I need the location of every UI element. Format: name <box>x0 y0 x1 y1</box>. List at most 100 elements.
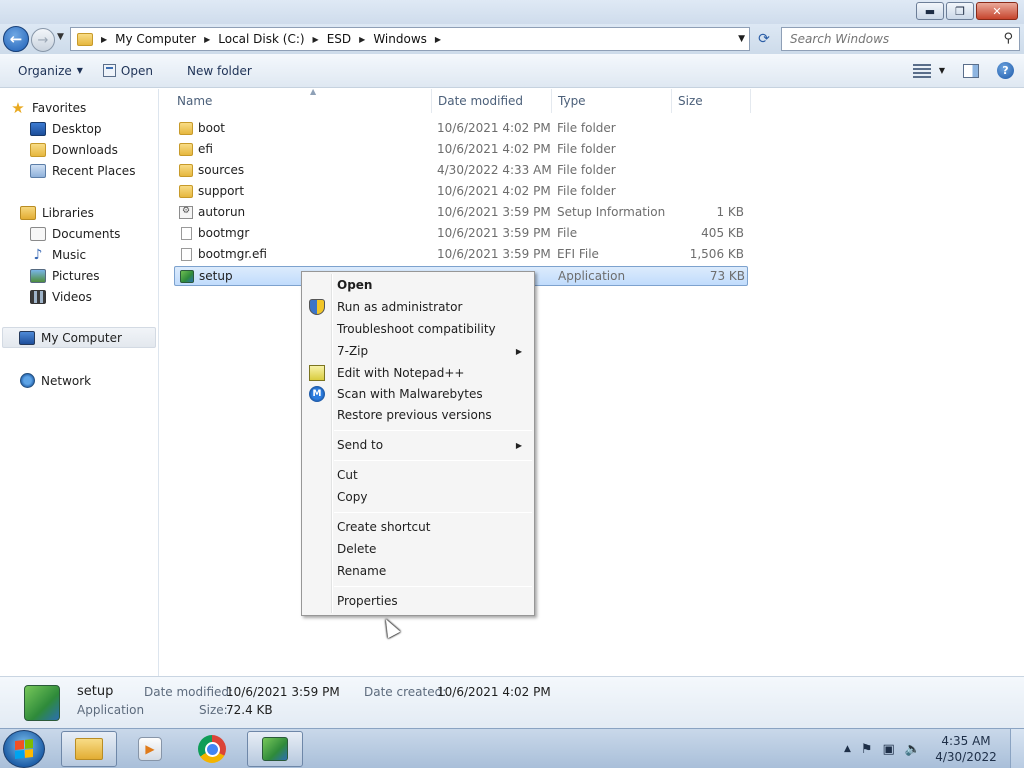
nav-libraries[interactable]: Libraries <box>20 202 156 223</box>
menu-item-copy[interactable]: Copy <box>304 486 532 508</box>
file-date: 10/6/2021 4:02 PM <box>437 184 551 198</box>
nav-videos[interactable]: Videos <box>30 286 156 307</box>
explorer-icon <box>75 738 103 760</box>
help-icon[interactable]: ? <box>997 62 1014 79</box>
breadcrumb-arrow-icon[interactable]: ▶ <box>435 35 441 44</box>
menu-item-cut[interactable]: Cut <box>304 464 532 486</box>
back-button[interactable]: ← <box>3 26 29 52</box>
file-row-boot[interactable]: boot 10/6/2021 4:02 PM File folder <box>174 119 748 139</box>
nav-desktop[interactable]: Desktop <box>30 118 156 139</box>
breadcrumb-windows[interactable]: Windows <box>373 32 427 46</box>
system-tray: ▲ ⚑ ▣ 🔈 4:35 AM 4/30/2022 <box>839 729 1024 768</box>
taskbar-media-player[interactable]: ▶ <box>122 731 178 767</box>
search-box[interactable]: ⚲ <box>781 27 1020 51</box>
breadcrumb-arrow-icon[interactable]: ▶ <box>101 35 107 44</box>
address-dropdown-icon[interactable]: ▼ <box>738 34 745 44</box>
menu-item-properties[interactable]: Properties <box>304 590 532 612</box>
menu-item-open[interactable]: Open <box>304 274 532 296</box>
open-button[interactable]: Open <box>93 54 163 87</box>
nav-pictures[interactable]: Pictures <box>30 265 156 286</box>
menu-item-notepad-plus[interactable]: Edit with Notepad++ <box>304 362 532 384</box>
folder-icon <box>179 164 193 177</box>
open-label: Open <box>120 63 153 78</box>
breadcrumb-arrow-icon[interactable]: ▶ <box>313 35 319 44</box>
taskbar-setup[interactable] <box>247 731 303 767</box>
organize-button[interactable]: Organize ▼ <box>8 54 93 87</box>
new-folder-button[interactable]: New folder <box>177 54 262 87</box>
breadcrumb-esd[interactable]: ESD <box>327 32 351 46</box>
file-type: Application <box>558 269 626 283</box>
start-button[interactable] <box>3 730 45 768</box>
navigation-pane: ★ Favorites Desktop Downloads Recent Pla… <box>0 89 159 676</box>
column-header-date[interactable]: Date modified <box>433 89 552 113</box>
file-date: 10/6/2021 3:59 PM <box>437 226 551 240</box>
close-button[interactable]: ✕ <box>976 2 1018 20</box>
nav-label: Libraries <box>42 205 94 220</box>
menu-item-troubleshoot[interactable]: Troubleshoot compatibility <box>304 318 532 340</box>
breadcrumb-arrow-icon[interactable]: ▶ <box>359 35 365 44</box>
nav-my-computer[interactable]: My Computer <box>2 327 156 348</box>
recent-pages-dropdown[interactable]: ▼ <box>57 32 64 42</box>
menu-item-restore-versions[interactable]: Restore previous versions <box>304 404 532 426</box>
change-view-button[interactable]: ▼ <box>912 63 945 78</box>
taskbar-chrome[interactable] <box>184 731 240 767</box>
clock[interactable]: 4:35 AM 4/30/2022 <box>926 733 1006 765</box>
file-row-efi[interactable]: efi 10/6/2021 4:02 PM File folder <box>174 140 748 160</box>
menu-item-delete[interactable]: Delete <box>304 538 532 560</box>
nav-recent-places[interactable]: Recent Places <box>30 160 156 181</box>
setup-app-icon <box>24 685 60 721</box>
file-date: 4/30/2022 4:33 AM <box>437 163 552 177</box>
nav-documents[interactable]: Documents <box>30 223 156 244</box>
menu-item-malwarebytes[interactable]: M Scan with Malwarebytes <box>304 383 532 405</box>
menu-item-run-as-admin[interactable]: Run as administrator <box>304 296 532 318</box>
file-row-bootmgr[interactable]: bootmgr 10/6/2021 3:59 PM File 405 KB <box>174 224 748 244</box>
nav-favorites[interactable]: ★ Favorites <box>10 97 156 118</box>
show-hidden-icons-icon[interactable]: ▲ <box>844 744 851 754</box>
file-name: efi <box>198 142 213 156</box>
file-type: File folder <box>557 142 616 156</box>
menu-label: Properties <box>337 594 398 608</box>
nav-label: Documents <box>52 226 121 241</box>
nav-downloads[interactable]: Downloads <box>30 139 156 160</box>
open-icon <box>102 64 116 77</box>
minimize-button[interactable]: ▬ <box>916 2 944 20</box>
menu-item-send-to[interactable]: Send to ▶ <box>304 434 532 456</box>
nav-music[interactable]: ♪ Music <box>30 244 156 265</box>
menu-item-7zip[interactable]: 7-Zip ▶ <box>304 340 532 362</box>
action-center-flag-icon[interactable]: ⚑ <box>861 742 873 757</box>
file-name: bootmgr <box>198 226 250 240</box>
taskbar-explorer[interactable] <box>61 731 117 767</box>
search-input[interactable] <box>790 32 990 46</box>
nav-label: Videos <box>52 289 92 304</box>
search-icon[interactable]: ⚲ <box>1003 31 1013 46</box>
file-row-sources[interactable]: sources 4/30/2022 4:33 AM File folder <box>174 161 748 181</box>
breadcrumb-arrow-icon[interactable]: ▶ <box>204 35 210 44</box>
menu-item-rename[interactable]: Rename <box>304 560 532 582</box>
file-row-bootmgr-efi[interactable]: bootmgr.efi 10/6/2021 3:59 PM EFI File 1… <box>174 245 748 265</box>
file-row-autorun[interactable]: autorun 10/6/2021 3:59 PM Setup Informat… <box>174 203 748 223</box>
network-tray-icon[interactable]: ▣ <box>883 742 895 757</box>
maximize-button[interactable]: ❐ <box>946 2 974 20</box>
breadcrumb-my-computer[interactable]: My Computer <box>115 32 196 46</box>
column-header-type[interactable]: Type <box>553 89 672 113</box>
breadcrumb-local-disk[interactable]: Local Disk (C:) <box>218 32 304 46</box>
volume-icon[interactable]: 🔈 <box>905 742 921 757</box>
forward-button[interactable]: → <box>31 28 55 52</box>
file-row-support[interactable]: support 10/6/2021 4:02 PM File folder <box>174 182 748 202</box>
preview-pane-icon[interactable] <box>963 63 979 78</box>
refresh-icon[interactable]: ⟳ <box>752 28 776 50</box>
address-bar[interactable]: ▶ My Computer ▶ Local Disk (C:) ▶ ESD ▶ … <box>70 27 750 51</box>
show-desktop-button[interactable] <box>1010 729 1024 768</box>
menu-item-create-shortcut[interactable]: Create shortcut <box>304 516 532 538</box>
nav-label: Network <box>41 373 92 388</box>
details-created-value: 10/6/2021 4:02 PM <box>437 685 551 699</box>
file-name: bootmgr.efi <box>198 247 267 261</box>
taskbar: ▶ ▲ ⚑ ▣ 🔈 4:35 AM 4/30/2022 <box>0 728 1024 768</box>
column-header-size[interactable]: Size <box>673 89 751 113</box>
view-controls: ▼ ? <box>912 62 1014 79</box>
nav-network[interactable]: Network <box>20 370 156 391</box>
organize-label: Organize <box>18 63 72 78</box>
column-header-name[interactable]: Name ▲ <box>172 87 432 113</box>
menu-label: Delete <box>337 542 377 556</box>
context-menu: Open Run as administrator Troubleshoot c… <box>301 271 535 616</box>
